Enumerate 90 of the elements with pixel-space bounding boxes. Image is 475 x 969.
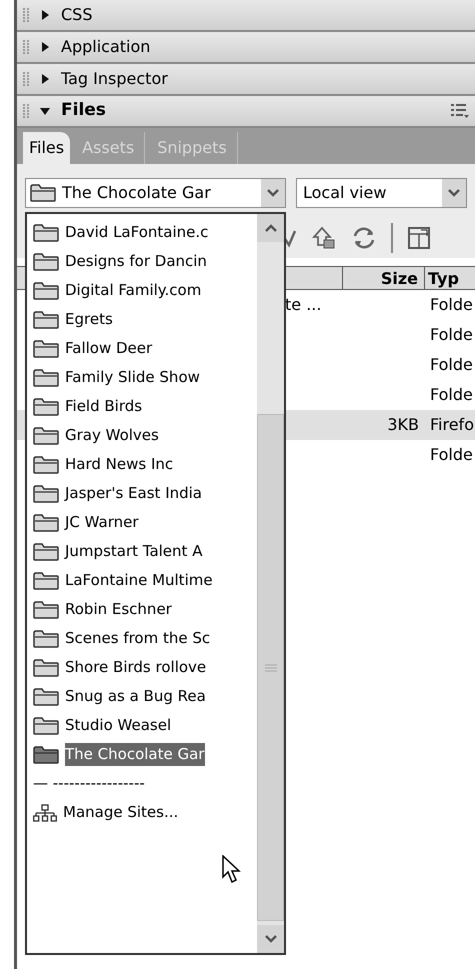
site-select-value: The Chocolate Gar xyxy=(62,182,211,204)
table-cell-text: Firefo xyxy=(429,414,474,436)
upload-icon[interactable] xyxy=(311,225,337,251)
view-select-value: Local view xyxy=(303,182,386,204)
caret-right-icon xyxy=(39,73,51,85)
scroll-up-button[interactable] xyxy=(257,214,284,242)
panel-header[interactable]: Files xyxy=(17,96,475,128)
folder-icon xyxy=(33,398,59,416)
menu-item[interactable]: Snug as a Bug Rea xyxy=(65,685,207,708)
folder-icon xyxy=(33,484,59,502)
table-cell: te ... xyxy=(285,295,322,314)
caret-down-icon xyxy=(39,105,51,117)
options-menu-icon[interactable] xyxy=(451,103,469,119)
menu-item[interactable]: Fallow Deer xyxy=(65,337,154,360)
caret-right-icon xyxy=(39,9,51,21)
menu-separator: — ----------------- xyxy=(33,773,145,794)
menu-item[interactable]: David LaFontaine.c xyxy=(65,221,210,244)
panel-header[interactable]: Tag Inspector xyxy=(17,64,475,96)
grip-icon xyxy=(23,103,29,119)
folder-icon xyxy=(33,630,59,648)
chevron-down-icon xyxy=(266,188,280,198)
folder-icon xyxy=(33,426,59,444)
menu-item[interactable]: LaFontaine Multime xyxy=(65,569,214,592)
table-cell-text: Folde xyxy=(429,384,473,406)
tab[interactable]: Files xyxy=(23,132,70,164)
caret-right-icon xyxy=(39,41,51,53)
panel-header[interactable]: CSS xyxy=(17,0,475,32)
site-select[interactable]: The Chocolate Gar xyxy=(25,178,286,208)
view-select[interactable]: Local view xyxy=(296,178,467,208)
panel-header[interactable]: Application xyxy=(17,32,475,64)
table-cell-text: Folde xyxy=(429,444,473,466)
chevron-down-icon xyxy=(447,188,461,198)
folder-icon xyxy=(33,542,59,560)
folder-icon xyxy=(33,514,59,532)
folder-icon xyxy=(30,184,56,202)
menu-item[interactable]: Jumpstart Talent A xyxy=(65,540,204,563)
menu-item[interactable]: Digital Family.com xyxy=(65,279,202,302)
folder-icon xyxy=(33,688,59,706)
column-header[interactable]: Size xyxy=(343,267,425,289)
scroll-thumb[interactable] xyxy=(257,414,284,921)
panel-title: Tag Inspector xyxy=(61,68,168,90)
chevron-down-icon xyxy=(264,934,278,944)
menu-item[interactable]: Egrets xyxy=(65,308,114,331)
grip-icon xyxy=(23,71,29,87)
folder-icon xyxy=(33,716,59,734)
menu-item[interactable]: Shore Birds rollove xyxy=(65,656,208,679)
refresh-icon[interactable] xyxy=(351,225,377,251)
menu-item[interactable]: Studio Weasel xyxy=(65,714,172,737)
folder-icon xyxy=(33,456,59,474)
column-header[interactable]: Typ xyxy=(425,267,459,289)
menu-item[interactable]: Robin Eschner xyxy=(65,598,173,621)
menu-item[interactable]: Scenes from the Sc xyxy=(65,627,212,650)
chevron-up-icon xyxy=(264,223,278,233)
mouse-cursor-icon xyxy=(222,855,242,885)
menu-item[interactable]: Field Birds xyxy=(65,395,144,418)
folder-icon xyxy=(33,310,59,328)
menu-item[interactable]: Gray Wolves xyxy=(65,424,160,447)
folder-icon xyxy=(33,340,59,358)
table-cell-text: Folde xyxy=(429,294,473,316)
scrollbar[interactable] xyxy=(257,214,284,953)
table-cell-text: Folde xyxy=(429,324,473,346)
grip-icon xyxy=(23,39,29,55)
folder-icon xyxy=(33,572,59,590)
dropdown-button[interactable] xyxy=(261,179,285,207)
checkmark-icon[interactable] xyxy=(283,228,297,248)
expand-icon[interactable] xyxy=(407,226,431,250)
table-cell: 3KB xyxy=(387,415,419,434)
menu-item[interactable]: JC Warner xyxy=(65,511,140,534)
menu-item[interactable]: Manage Sites... xyxy=(63,801,180,824)
folder-icon xyxy=(33,658,59,676)
menu-item[interactable]: Designs for Dancin xyxy=(65,250,208,273)
folder-icon xyxy=(33,252,59,270)
menu-item[interactable]: Jasper's East India xyxy=(65,482,203,505)
panel-title: Files xyxy=(61,99,106,122)
sitemap-icon xyxy=(33,804,57,822)
panel-title: Application xyxy=(61,36,150,58)
menu-item[interactable]: The Chocolate Gar xyxy=(65,743,206,766)
grip-icon xyxy=(264,664,276,672)
folder-icon xyxy=(33,600,59,618)
menu-item[interactable]: Hard News Inc xyxy=(65,453,174,476)
table-cell-text: Folde xyxy=(429,354,473,376)
scroll-down-button[interactable] xyxy=(257,925,284,953)
grip-icon xyxy=(23,7,29,23)
folder-icon xyxy=(33,282,59,300)
panel-title: CSS xyxy=(61,4,92,26)
folder-icon xyxy=(33,746,59,764)
menu-item[interactable]: Family Slide Show xyxy=(65,366,201,389)
folder-icon xyxy=(33,368,59,386)
dropdown-button[interactable] xyxy=(442,179,466,207)
folder-icon xyxy=(33,224,59,242)
